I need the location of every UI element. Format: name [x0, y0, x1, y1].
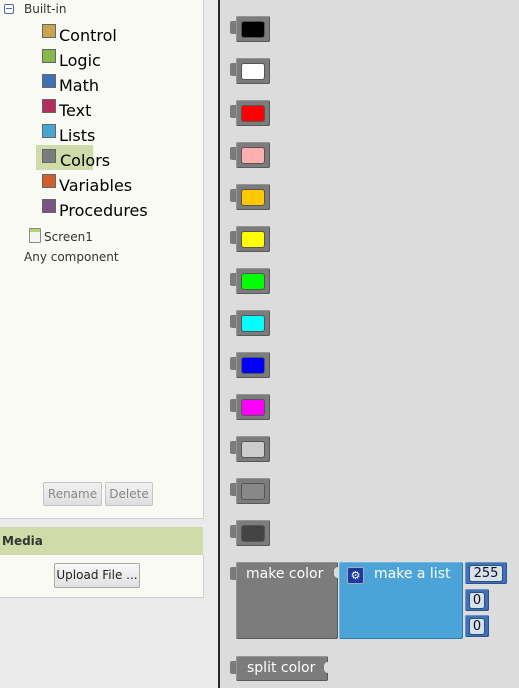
color-black-block[interactable]	[230, 16, 270, 42]
color-swatch[interactable]	[241, 441, 265, 458]
color-swatch[interactable]	[241, 189, 265, 206]
category-color-icon	[42, 199, 56, 213]
make-a-list-label: make a list	[374, 566, 451, 582]
builtin-label: Built-in	[24, 2, 67, 16]
color-swatch[interactable]	[241, 21, 265, 38]
color-cyan-block[interactable]	[230, 310, 270, 336]
category-label: Lists	[59, 126, 96, 145]
color-red-block[interactable]	[230, 100, 270, 126]
category-label: Control	[59, 26, 117, 45]
category-label: Variables	[59, 176, 133, 195]
number-field[interactable]: 0	[469, 592, 485, 609]
category-procedures[interactable]: Procedures	[42, 199, 148, 220]
media-header: Media	[0, 527, 203, 555]
collapse-icon[interactable]	[4, 4, 14, 14]
color-blue-block[interactable]	[230, 352, 270, 378]
number-block[interactable]: 0	[465, 589, 489, 611]
color-swatch[interactable]	[241, 483, 265, 500]
gear-icon[interactable]: ⚙	[347, 567, 364, 584]
screen-icon	[29, 228, 41, 243]
screen1-node[interactable]: Screen1	[0, 228, 200, 244]
color-swatch[interactable]	[241, 399, 265, 416]
split-color-label: split color	[247, 660, 316, 676]
blocks-workspace[interactable]: make color ⚙ make a list 255 0 0 split c…	[220, 0, 519, 688]
category-lists[interactable]: Lists	[42, 124, 142, 145]
category-logic[interactable]: Logic	[42, 49, 142, 70]
category-color-icon	[42, 24, 56, 38]
media-panel: Upload File ...	[0, 555, 204, 598]
number-block[interactable]: 0	[465, 615, 489, 637]
color-swatch[interactable]	[241, 147, 265, 164]
category-label: Logic	[59, 51, 101, 70]
category-colors[interactable]: Colors	[36, 145, 110, 170]
builtin-tree-node[interactable]: Built-in	[0, 1, 200, 17]
color-magenta-block[interactable]	[230, 394, 270, 420]
color-yellow-block[interactable]	[230, 226, 270, 252]
upload-file-button[interactable]: Upload File ...	[54, 563, 140, 588]
color-gray-block[interactable]	[230, 478, 270, 504]
color-swatch[interactable]	[241, 273, 265, 290]
make-color-label: make color	[246, 566, 324, 582]
make-a-list-block[interactable]: ⚙ make a list	[339, 562, 463, 639]
number-field[interactable]: 0	[469, 618, 485, 635]
delete-button[interactable]: Delete	[105, 482, 153, 506]
category-control[interactable]: Control	[42, 24, 142, 45]
category-label: Colors	[60, 151, 111, 170]
input-socket	[324, 662, 329, 673]
color-pink-block[interactable]	[230, 142, 270, 168]
any-component-node[interactable]: Any component	[24, 250, 119, 264]
rename-button[interactable]: Rename	[43, 482, 102, 506]
number-block[interactable]: 255	[465, 562, 507, 584]
category-color-icon	[42, 99, 56, 113]
color-swatch[interactable]	[241, 357, 265, 374]
category-color-icon	[42, 149, 56, 163]
category-text[interactable]: Text	[42, 99, 142, 120]
category-variables[interactable]: Variables	[42, 174, 142, 195]
category-label: Procedures	[59, 201, 148, 220]
category-color-icon	[42, 124, 56, 138]
any-component-label: Any component	[24, 250, 119, 264]
category-label: Math	[59, 76, 100, 95]
color-green-block[interactable]	[230, 268, 270, 294]
color-swatch[interactable]	[241, 315, 265, 332]
color-dark-gray-block[interactable]	[230, 520, 270, 546]
color-swatch[interactable]	[241, 63, 265, 80]
make-color-block[interactable]: make color	[230, 562, 339, 639]
category-label: Text	[59, 101, 92, 120]
split-color-block[interactable]: split color	[230, 656, 329, 681]
number-field[interactable]: 255	[469, 565, 503, 582]
category-color-icon	[42, 49, 56, 63]
blocks-panel: Built-in Control Logic Math Text Lists Colors…	[0, 0, 204, 519]
color-swatch[interactable]	[241, 105, 265, 122]
color-light-gray-block[interactable]	[230, 436, 270, 462]
category-color-icon	[42, 174, 56, 188]
color-swatch[interactable]	[241, 525, 265, 542]
category-math[interactable]: Math	[42, 74, 142, 95]
color-white-block[interactable]	[230, 58, 270, 84]
color-swatch[interactable]	[241, 231, 265, 248]
color-orange-block[interactable]	[230, 184, 270, 210]
category-color-icon	[42, 74, 56, 88]
left-panel: Built-in Control Logic Math Text Lists Colors…	[0, 0, 218, 688]
screen1-label: Screen1	[44, 230, 93, 244]
